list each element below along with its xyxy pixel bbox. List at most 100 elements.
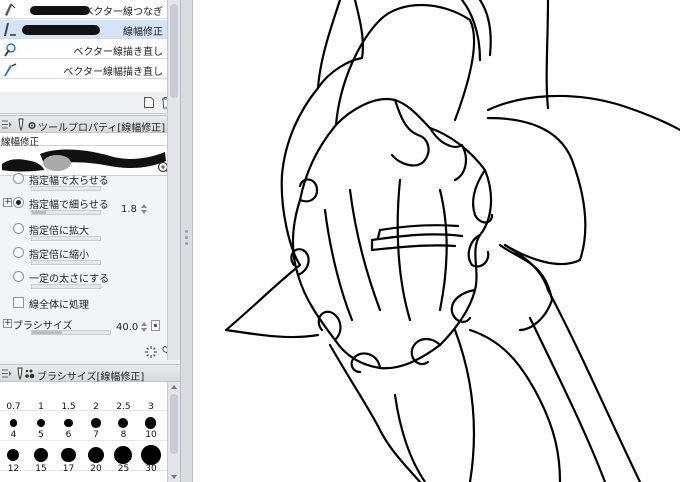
- pen-tool-icon: [17, 367, 23, 380]
- brush-size-label: 15: [35, 464, 47, 474]
- option-slider[interactable]: [31, 260, 101, 265]
- brush-size-cell[interactable]: 3: [138, 382, 165, 412]
- brush-size-cell[interactable]: 4: [0, 412, 27, 440]
- radio-thicken[interactable]: [13, 173, 24, 184]
- brush-size-cell[interactable]: 8: [110, 412, 137, 440]
- brush-size-dot: [140, 445, 161, 465]
- scroll-down-icon[interactable]: [170, 474, 178, 480]
- brush-size-label: 2: [93, 402, 99, 412]
- tool-property-title: ツールプロパティ[線幅修正]: [38, 123, 166, 134]
- expand-toggle[interactable]: +: [3, 319, 12, 328]
- option-thin: + 指定幅で細らせる 1.8: [0, 195, 170, 217]
- option-slider[interactable]: [31, 210, 101, 215]
- brush-size-label: 17: [62, 464, 75, 474]
- option-label: 指定幅で太らせる: [29, 176, 109, 187]
- brush-size-row: + ブラシサイズ 40.0: [0, 316, 180, 338]
- brush-size-label: 20: [90, 464, 102, 474]
- brush-size-slider[interactable]: [31, 330, 111, 335]
- option-value[interactable]: 1.8: [121, 204, 137, 215]
- subtool-vector-width-redraw[interactable]: ベクター線幅描き直し: [0, 60, 167, 79]
- brush-size-label: 12: [7, 464, 20, 474]
- spin-arrows-icon[interactable]: [140, 320, 148, 334]
- vector-connect-icon: [5, 3, 16, 16]
- divider-grip: [185, 236, 188, 239]
- divider-grip: [185, 242, 188, 245]
- radio-constant[interactable]: [13, 271, 24, 282]
- brush-size-cell[interactable]: 7: [83, 412, 110, 440]
- brush-size-cell[interactable]: 10: [138, 412, 165, 440]
- panel-divider[interactable]: [180, 0, 193, 482]
- panel-menu-icon[interactable]: [2, 120, 12, 129]
- tool-property-body: 線幅修正 指定幅で太らせる + 指定幅で細らせる 1.8 指定倍に拡大 指定倍に…: [0, 133, 180, 343]
- brush-size-cell[interactable]: 15: [28, 442, 55, 474]
- brush-size-label: 1.5: [61, 402, 76, 412]
- subtool-label: ベクター線つなぎ: [83, 7, 163, 18]
- subtool-line-width[interactable]: 線幅修正: [0, 20, 167, 39]
- scroll-thumb[interactable]: [170, 394, 178, 454]
- option-label: 指定幅で細らせる: [29, 200, 109, 211]
- subtool-footer: [0, 92, 170, 114]
- brush-size-cell[interactable]: 1.5: [55, 382, 82, 412]
- spin-arrows-icon[interactable]: [140, 202, 148, 216]
- option-label: 指定倍に縮小: [29, 250, 89, 261]
- brush-size-dot: [36, 418, 45, 428]
- row-separator: [0, 440, 167, 441]
- brush-size-cell[interactable]: 20: [83, 442, 110, 474]
- brush-size-label: 10: [145, 430, 157, 440]
- scroll-thumb[interactable]: [170, 4, 178, 98]
- brush-size-cell[interactable]: 17: [55, 442, 82, 474]
- subtool-vector-redraw[interactable]: ベクター線描き直し: [0, 40, 167, 59]
- brush-size-dot: [60, 447, 76, 463]
- subtool-label: 線幅修正: [123, 27, 163, 38]
- option-slider[interactable]: [31, 186, 101, 191]
- brush-size-dot: [63, 418, 73, 428]
- brush-size-dot: [87, 446, 104, 464]
- brush-size-dot: [114, 446, 133, 464]
- brush-size-cell[interactable]: 1: [28, 382, 55, 412]
- vector-width-redraw-icon: [4, 63, 17, 76]
- brush-size-cell[interactable]: 5: [28, 412, 55, 440]
- daffodil-line-art: [224, 0, 680, 482]
- brush-size-cell[interactable]: 2.5: [110, 382, 137, 412]
- brush-size-label: 0.7: [6, 402, 21, 412]
- drawing-canvas[interactable]: [194, 0, 680, 482]
- gear-icon[interactable]: [27, 119, 37, 132]
- brush-size-cell[interactable]: 6: [55, 412, 82, 440]
- pressure-settings-button[interactable]: [151, 320, 160, 331]
- sparkle-icon[interactable]: [144, 345, 158, 359]
- brush-size-label: 7: [93, 430, 99, 440]
- radio-enlarge[interactable]: [13, 223, 24, 234]
- option-slider[interactable]: [31, 236, 101, 241]
- brush-size-label: 8: [120, 430, 127, 440]
- panel-menu-icon[interactable]: [2, 369, 12, 378]
- brush-size-cell[interactable]: 2: [83, 382, 110, 412]
- brush-size-scrollbar[interactable]: [167, 382, 180, 482]
- panel-scrollbar[interactable]: [167, 0, 180, 360]
- option-whole-line: 線全体に処理: [0, 295, 170, 317]
- tool-name-field[interactable]: 線幅修正: [0, 133, 180, 148]
- brush-size-cell[interactable]: 30: [138, 442, 165, 474]
- line-width-icon: [4, 23, 16, 36]
- expand-toggle[interactable]: +: [3, 198, 12, 207]
- option-slider[interactable]: [31, 284, 101, 289]
- option-constant: 一定の太さにする: [0, 269, 170, 291]
- brush-size-cell[interactable]: 0.7: [0, 382, 27, 412]
- vector-redraw-icon: [4, 43, 16, 57]
- brush-size-label: 30: [145, 464, 157, 474]
- brush-size-dot: [33, 448, 48, 462]
- brush-size-label: 25: [117, 464, 130, 474]
- radio-thin[interactable]: [13, 197, 24, 208]
- brush-size-label: 6: [65, 430, 72, 440]
- whole-line-checkbox[interactable]: [13, 297, 24, 308]
- scroll-up-icon[interactable]: [170, 384, 178, 390]
- brush-size-dot: [145, 417, 157, 429]
- brush-size-cell[interactable]: 12: [0, 442, 27, 474]
- brush-size-palette-title: ブラシサイズ[線幅修正]: [37, 372, 145, 383]
- brush-size-value[interactable]: 40.0: [116, 322, 138, 333]
- brush-size-dot: [90, 418, 101, 428]
- radio-shrink[interactable]: [13, 247, 24, 258]
- subtool-vector-connect[interactable]: ベクター線つなぎ: [0, 0, 167, 19]
- brush-size-cell[interactable]: 25: [110, 442, 137, 474]
- brush-size-palette: 0.7 1 1.5 2 2.5 3 4 5 6 7 8 10 12 15 17 20 25 30: [0, 382, 167, 482]
- new-page-icon[interactable]: [143, 96, 155, 109]
